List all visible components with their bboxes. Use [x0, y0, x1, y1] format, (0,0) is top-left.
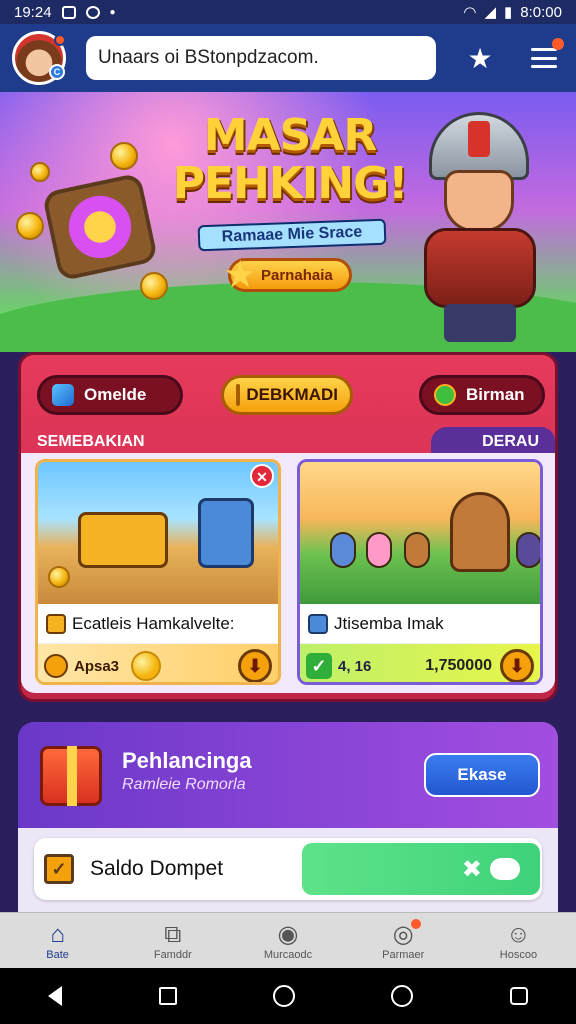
wallet-label: Saldo Dompet [90, 857, 224, 880]
treasure-chest-illustration [41, 172, 159, 282]
search-input[interactable] [86, 36, 436, 80]
promo-subtitle: Ramleie Romorla [122, 776, 246, 793]
close-icon[interactable]: ✕ [250, 464, 274, 488]
x-box-icon [61, 5, 76, 19]
recents-icon[interactable] [509, 987, 528, 1005]
nav-label: Murcaodc [263, 948, 313, 961]
c-badge-icon: C [49, 64, 65, 80]
knight-character-illustration [404, 112, 554, 342]
checkbox-icon: ✓ [44, 854, 74, 884]
coin-icon [44, 654, 68, 678]
wallet-section: ✓ Saldo Dompet ✖ [18, 828, 558, 912]
home-circle-icon[interactable] [272, 985, 295, 1007]
quick-action-label: Birman [466, 385, 525, 404]
badge-icon [434, 384, 456, 406]
globe-icon: ◉ [277, 920, 299, 948]
quick-action-birman[interactable]: Birman [419, 375, 545, 415]
featured-section: Omelde DEBKMADI Birman SEMEBAKIAN DERAU … [18, 352, 558, 702]
menu-icon [531, 48, 557, 68]
star-icon: ★ [225, 256, 256, 294]
chat-bubble-icon [490, 858, 520, 880]
hero-button[interactable]: ★ Parnahaia [225, 256, 352, 294]
hero-banner[interactable]: MASAR PEHKING! Ramaae Mie Srace ★ Parnah… [0, 92, 576, 352]
nav-label: Hoscoo [499, 948, 538, 961]
quick-action-label: Omelde [84, 385, 147, 404]
download-button[interactable]: ⬇ [500, 649, 534, 682]
product-card[interactable]: ✕ Ecatleis Hamkalvelte: Apsa3 ⬇ [35, 459, 281, 685]
hero-title: MASAR PEHKING! [172, 110, 409, 209]
coin-icon [140, 272, 168, 300]
back-icon[interactable] [48, 986, 63, 1006]
assistant-circle-icon[interactable] [391, 985, 414, 1007]
nav-label: Famddr [153, 948, 192, 961]
app-bar: C ★ [0, 24, 576, 92]
avatar[interactable]: C [12, 31, 66, 85]
status-clock: 8:0:00 [520, 3, 562, 21]
status-time: 19:24 [14, 3, 52, 21]
notification-dot [54, 34, 66, 46]
card-footer: Apsa3 ⬇ [38, 644, 278, 682]
signal-icon: ◢ [484, 4, 497, 21]
status-bar: 19:24 ● ◠ ◢ ▮ 8:0:00 [0, 0, 576, 24]
quick-action-debkmadi[interactable]: DEBKMADI [221, 375, 353, 415]
battery-icon: ▮ [504, 4, 513, 21]
coin-icon [131, 651, 162, 681]
hero-button-label: Parnahaia [261, 266, 333, 284]
pencil-icon [46, 613, 66, 634]
nav-item-hoscoo[interactable]: ☺ Hoscoo [461, 913, 576, 968]
card-illustration: ✕ [38, 462, 278, 604]
product-card[interactable]: Jtisemba Imak ✓ 4, 16 1,750000 ⬇ [297, 459, 543, 685]
card-footer: ✓ 4, 16 1,750000 ⬇ [300, 644, 540, 682]
card-illustration [300, 462, 540, 604]
bottom-nav: ⌂ Bate ⧉ Famddr ◉ Murcaodc ◎ Parmaer ☺ H… [0, 912, 576, 968]
menu-notification-dot [552, 38, 564, 50]
menu-button[interactable] [524, 38, 564, 78]
quick-action-omelde[interactable]: Omelde [37, 375, 183, 415]
promo-button[interactable]: Ekase [424, 753, 540, 797]
card-value: 1,750000 [425, 657, 492, 674]
circle-icon [85, 5, 100, 19]
chat-icon: ◎ [389, 918, 422, 949]
gift-icon [40, 746, 102, 806]
hero-subtitle: Ramaae Mie Srace [197, 218, 387, 252]
star-icon[interactable]: ★ [460, 38, 500, 78]
promo-title: Pehlancinga [122, 748, 252, 773]
dot-icon: ● [109, 6, 116, 18]
profile-icon: ☺ [506, 920, 531, 948]
gamepad-icon: ✖ [461, 855, 482, 883]
system-nav-bar [0, 968, 576, 1024]
cube-icon [52, 384, 74, 406]
square-icon[interactable] [158, 987, 177, 1005]
nav-label: Parmaer [382, 948, 425, 961]
download-button[interactable]: ⬇ [238, 649, 272, 682]
promo-banner: Pehlancinga Ramleie Romorla Ekase [18, 722, 558, 828]
coin-icon [30, 162, 50, 182]
nav-item-murcaodc[interactable]: ◉ Murcaodc [230, 913, 345, 968]
nav-item-home[interactable]: ⌂ Bate [0, 913, 115, 968]
wallet-action-button[interactable]: ✖ [302, 843, 540, 895]
cards-container: ✕ Ecatleis Hamkalvelte: Apsa3 ⬇ Jtisemba… [21, 453, 555, 693]
nav-label: Bate [46, 948, 69, 961]
quick-action-label: DEBKMADI [246, 385, 338, 404]
wifi-icon: ◠ [463, 4, 477, 21]
wallet-row[interactable]: ✓ Saldo Dompet ✖ [34, 838, 542, 900]
price-chip: Apsa3 [44, 654, 119, 678]
card-badge: 4, 16 [338, 657, 372, 675]
nav-item-famddr[interactable]: ⧉ Famddr [115, 913, 230, 968]
nav-item-parmaer[interactable]: ◎ Parmaer [346, 913, 461, 968]
pencil-icon [308, 613, 328, 634]
check-icon: ✓ [306, 653, 332, 679]
home-icon: ⌂ [50, 920, 65, 948]
card-title: Ecatleis Hamkalvelte: [38, 604, 278, 644]
coin-icon [16, 212, 44, 240]
card-title: Jtisemba Imak [300, 604, 540, 644]
coin-icon [236, 384, 241, 406]
cart-icon: ⧉ [164, 920, 182, 948]
coin-icon [110, 142, 138, 170]
